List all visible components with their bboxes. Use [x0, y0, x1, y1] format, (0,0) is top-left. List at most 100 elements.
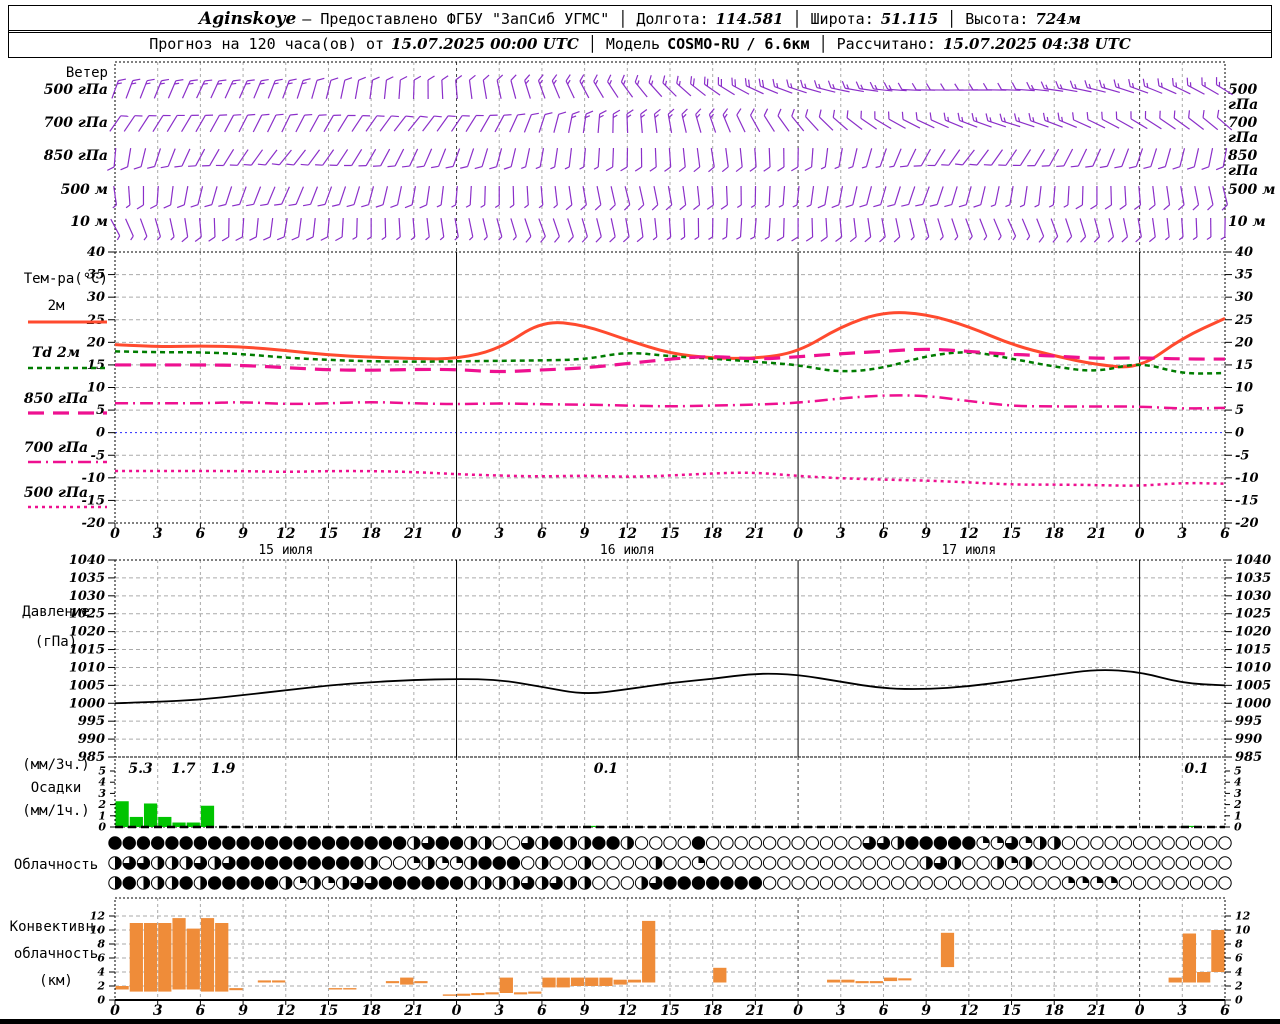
- svg-text:-10: -10: [1235, 471, 1259, 486]
- cloud-symbol: [293, 836, 307, 850]
- svg-text:1005: 1005: [69, 678, 105, 693]
- cloud-symbol: [976, 856, 990, 870]
- svg-text:0.1: 0.1: [1184, 761, 1208, 777]
- svg-text:0: 0: [110, 526, 120, 542]
- svg-text:0: 0: [1234, 821, 1242, 834]
- cloud-symbol: [734, 856, 748, 870]
- conv-cloud-bar: [186, 928, 200, 990]
- cloud-symbol: [606, 836, 620, 850]
- svg-text:-20: -20: [82, 516, 106, 531]
- cloud-symbol: [1132, 856, 1147, 870]
- svg-text:0: 0: [110, 1003, 120, 1019]
- cloud-symbol: [592, 836, 606, 850]
- svg-text:8: 8: [1235, 938, 1243, 951]
- cloud-symbol: [748, 836, 763, 850]
- conv-cloud-bar: [115, 986, 129, 990]
- svg-text:1040: 1040: [69, 553, 105, 568]
- svg-text:0: 0: [96, 426, 105, 441]
- conv-cloud-bar: [272, 980, 286, 983]
- cloud-symbol: [207, 836, 222, 850]
- cloud-symbol: [1132, 876, 1147, 890]
- cloud-symbol: [1118, 876, 1133, 890]
- forecast-label: Прогноз на 120 часа(ов) от: [149, 35, 385, 53]
- cloud-symbol: [762, 836, 777, 850]
- svg-text:985: 985: [1235, 750, 1262, 765]
- cloud-symbol: [1175, 836, 1190, 850]
- cloud-symbol: [1004, 876, 1019, 890]
- conv-cloud-bar: [613, 979, 627, 985]
- svg-text:1030: 1030: [69, 589, 105, 604]
- svg-text:1025: 1025: [1235, 607, 1271, 622]
- cloud-symbol: [321, 856, 336, 870]
- cloud-symbol: [748, 856, 763, 870]
- cloud-symbol: [193, 836, 208, 850]
- cloud-symbol: [777, 876, 791, 890]
- cloud-symbol: [307, 836, 321, 850]
- conv-cloud-bar: [570, 977, 585, 986]
- cloud-symbol: [705, 856, 720, 870]
- cloud-symbol: [1218, 836, 1232, 850]
- cloud-symbol: [492, 836, 506, 850]
- cloud-symbol: [919, 876, 933, 890]
- cloud-symbol: [1090, 856, 1104, 870]
- svg-text:25: 25: [86, 313, 105, 328]
- forecast-time: 15.07.2025 00:00 UTC: [391, 35, 579, 53]
- cloud-symbol: [1075, 836, 1090, 850]
- cloud-symbol: [378, 856, 393, 870]
- cloud-symbol: [279, 856, 293, 870]
- svg-text:4: 4: [1235, 966, 1243, 979]
- precip-bar: [200, 805, 215, 827]
- conv-cloud-bar: [385, 981, 400, 984]
- cloud-symbol: [819, 876, 834, 890]
- cloud-symbol: [307, 856, 321, 870]
- cloud-panel: [108, 836, 1232, 890]
- svg-text:35: 35: [87, 268, 105, 283]
- svg-text:1010: 1010: [1235, 660, 1271, 675]
- cloud-symbol: [1047, 876, 1061, 890]
- cloud-symbol: [1033, 856, 1047, 870]
- cloud-symbol: [620, 876, 635, 890]
- svg-text:15: 15: [87, 358, 105, 373]
- cloud-symbol: [663, 836, 677, 850]
- cloud-symbol: [1090, 836, 1104, 850]
- svg-text:1.9: 1.9: [211, 761, 236, 777]
- cloud-symbol: [691, 836, 706, 850]
- svg-text:9: 9: [921, 526, 931, 542]
- meteogram-page: Aginskoye — Предоставлено ФГБУ "ЗапСиб У…: [0, 0, 1280, 1024]
- cloud-symbol: [264, 856, 279, 870]
- svg-text:0: 0: [98, 821, 106, 834]
- cloud-symbol: [520, 856, 535, 870]
- cloud-symbol: [620, 856, 635, 870]
- svg-text:15 июля: 15 июля: [258, 543, 313, 558]
- svg-text:16 июля: 16 июля: [600, 543, 655, 558]
- svg-text:2: 2: [1233, 798, 1242, 811]
- svg-text:6: 6: [879, 1003, 889, 1019]
- cloud-symbol: [962, 836, 976, 850]
- cloud-symbol: [876, 876, 891, 890]
- cloud-symbol: [136, 836, 151, 850]
- conv-cloud-bar: [200, 918, 215, 992]
- cloud-symbol: [1189, 856, 1204, 870]
- precip-bar: [129, 816, 143, 827]
- cloud-symbol: [691, 876, 706, 890]
- svg-text:21: 21: [1086, 526, 1106, 542]
- cloud-symbol: [663, 856, 677, 870]
- svg-text:6: 6: [1220, 1003, 1230, 1019]
- svg-text:6: 6: [196, 526, 206, 542]
- svg-text:18: 18: [361, 526, 381, 542]
- svg-text:15: 15: [1002, 1003, 1021, 1019]
- cloud-symbol: [1218, 876, 1232, 890]
- svg-text:9: 9: [238, 1003, 248, 1019]
- svg-text:1000: 1000: [69, 696, 105, 711]
- cloud-symbol: [777, 856, 791, 870]
- cloud-symbol: [791, 856, 805, 870]
- cloud-symbol: [805, 856, 820, 870]
- cloud-symbol: [962, 856, 976, 870]
- conv-cloud-bar: [471, 993, 485, 996]
- cloud-symbol: [279, 836, 293, 850]
- cloud-symbol: [663, 876, 677, 890]
- cloud-symbol: [563, 856, 578, 870]
- header-line-1: Aginskoye — Предоставлено ФГБУ "ЗапСиб У…: [8, 5, 1272, 33]
- conv-cloud-bar: [1211, 930, 1225, 972]
- cloud-symbol: [905, 836, 919, 850]
